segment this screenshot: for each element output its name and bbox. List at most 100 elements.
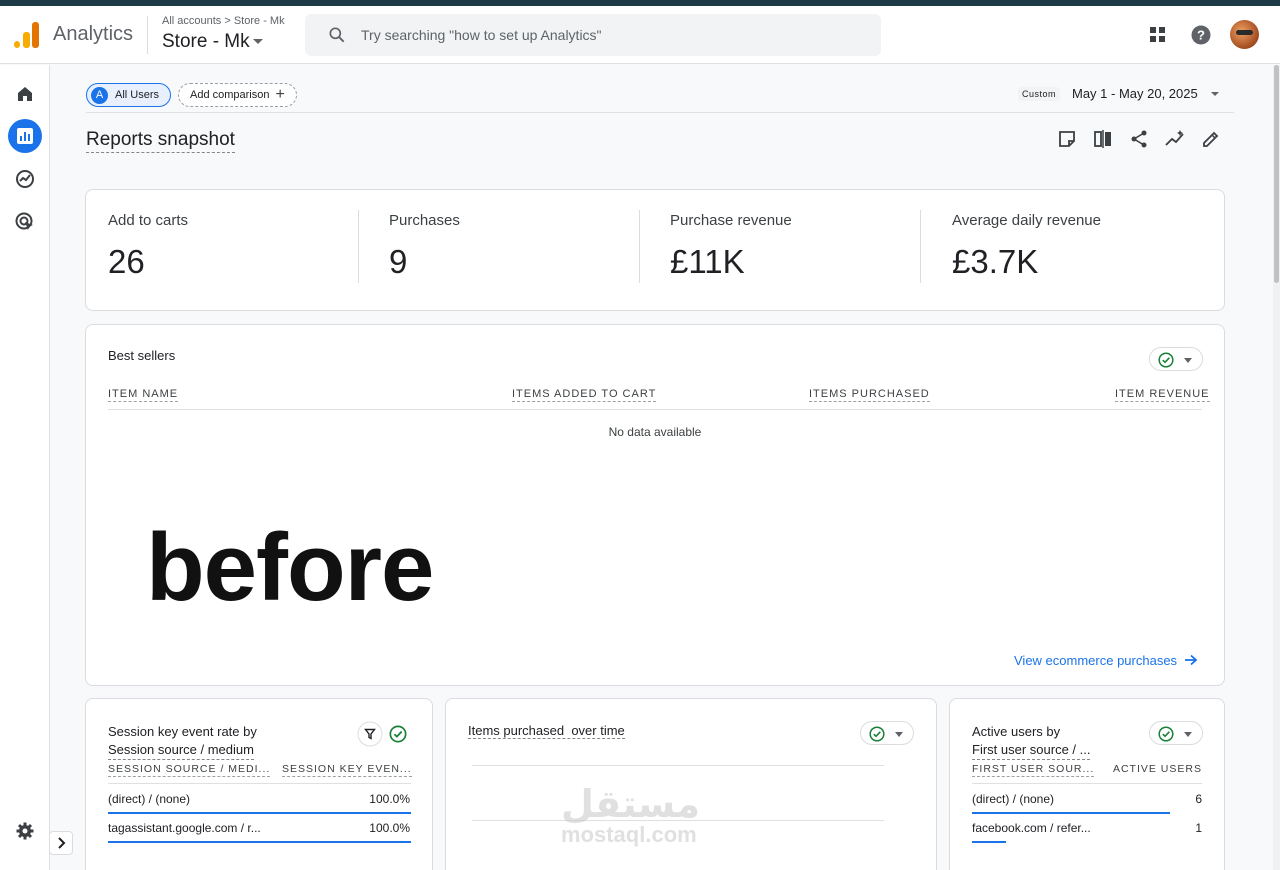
row-bar — [972, 841, 1006, 843]
card-status-dropdown[interactable] — [1149, 721, 1203, 745]
overlay-label: before — [146, 514, 434, 621]
all-users-chip[interactable]: A All Users — [86, 83, 171, 107]
all-users-label: All Users — [115, 89, 160, 101]
session-key-event-card: Session key event rate by Session source… — [85, 698, 433, 870]
metrics-card: Add to carts 26 Purchases 9 Purchase rev… — [85, 189, 1225, 311]
left-nav — [0, 65, 50, 870]
metric-value: 26 — [108, 243, 145, 280]
table-header-rule — [972, 783, 1202, 784]
share-icon[interactable] — [1129, 129, 1149, 149]
edit-pencil-icon[interactable] — [1201, 129, 1221, 149]
metric-average-daily-revenue[interactable]: Average daily revenue £3.7K — [952, 212, 1101, 281]
property-name: Store - Mk — [162, 31, 250, 52]
nav-home[interactable] — [8, 77, 42, 111]
date-range-picker[interactable]: May 1 - May 20, 2025 — [1072, 86, 1198, 101]
card-status-dropdown[interactable] — [1149, 347, 1203, 371]
row-bar — [972, 812, 1170, 814]
gear-icon — [16, 822, 34, 840]
filter-icon[interactable] — [357, 721, 383, 747]
header-divider — [147, 16, 148, 54]
add-comparison-label: Add comparison — [190, 89, 270, 101]
metric-label: Average daily revenue — [952, 212, 1101, 229]
active-users-card: Active users by First user source / ... … — [949, 698, 1225, 870]
row-source[interactable]: facebook.com / refer... — [972, 821, 1091, 835]
card-title-line: Active users by — [972, 724, 1061, 739]
scrollbar-thumb[interactable] — [1274, 65, 1279, 283]
expand-nav-button[interactable] — [49, 831, 73, 855]
row-value: 100.0% — [369, 821, 410, 835]
help-icon[interactable]: ? — [1190, 24, 1212, 46]
metric-add-to-carts[interactable]: Add to carts 26 — [108, 212, 188, 281]
compare-icon[interactable] — [1093, 129, 1113, 149]
watermark-latin: mostaql.com — [561, 822, 697, 847]
chevron-right-icon — [58, 837, 66, 849]
column-header-item-name[interactable]: ITEM NAME — [108, 388, 179, 402]
analytics-logo-icon[interactable] — [14, 22, 40, 48]
metric-divider — [639, 210, 640, 283]
row-value: 6 — [1195, 792, 1202, 806]
svg-text:?: ? — [1197, 28, 1205, 43]
metric-value: 9 — [389, 243, 408, 280]
property-selector[interactable]: Store - Mk — [162, 31, 263, 53]
nav-explore[interactable] — [8, 162, 42, 196]
column-header-item-revenue[interactable]: ITEM REVENUE — [1115, 388, 1210, 402]
breadcrumb[interactable]: All accounts > Store - Mk — [162, 15, 285, 27]
nav-advertising[interactable] — [8, 205, 42, 239]
chevron-down-icon — [1184, 358, 1192, 363]
table-header-rule — [108, 783, 411, 784]
column-header-active-users[interactable]: ACTIVE USERS — [1113, 763, 1202, 776]
toolbar-divider — [86, 112, 1234, 113]
chevron-down-icon[interactable] — [1211, 92, 1219, 96]
row-source[interactable]: tagassistant.google.com / r... — [108, 821, 261, 835]
column-header-session-source[interactable]: SESSION SOURCE / MEDI... — [108, 763, 271, 777]
add-comparison-button[interactable]: Add comparison + — [178, 83, 297, 107]
chevron-down-icon — [1184, 732, 1192, 737]
target-cursor-icon — [15, 212, 33, 230]
column-header-first-user-source[interactable]: FIRST USER SOUR... — [972, 763, 1095, 777]
metric-value: £11K — [670, 243, 745, 280]
view-ecommerce-purchases-link[interactable]: View ecommerce purchases — [1014, 653, 1198, 668]
no-data-message: No data available — [608, 425, 702, 439]
table-header-rule — [108, 409, 1202, 410]
watermark: مستقل mostaql.com — [561, 785, 700, 847]
card-title: Session key event rate by Session source… — [108, 723, 257, 760]
insights-icon[interactable] — [1165, 129, 1185, 149]
note-icon[interactable] — [1057, 129, 1077, 149]
search-bar[interactable] — [305, 14, 881, 56]
card-title-line: Session key event rate by — [108, 724, 257, 739]
column-header-items-purchased[interactable]: ITEMS PURCHASED — [809, 388, 930, 402]
check-circle-icon — [1158, 352, 1174, 368]
column-header-items-added-to-cart[interactable]: ITEMS ADDED TO CART — [512, 388, 657, 402]
nav-reports[interactable] — [8, 119, 42, 153]
metric-label: Purchase revenue — [670, 212, 792, 229]
app-name[interactable]: Analytics — [53, 23, 133, 46]
metric-purchase-revenue[interactable]: Purchase revenue £11K — [670, 212, 792, 281]
row-bar — [108, 841, 411, 843]
row-value: 100.0% — [369, 792, 410, 806]
chevron-down-icon — [895, 732, 903, 737]
metric-divider — [358, 210, 359, 283]
plus-icon: + — [275, 86, 285, 103]
card-title-dimension[interactable]: Session source / medium — [108, 741, 254, 760]
card-title: Best sellers — [108, 348, 176, 363]
apps-grid-icon[interactable] — [1147, 24, 1169, 46]
column-header-session-key-event[interactable]: SESSION KEY EVEN... — [282, 763, 412, 777]
metric-purchases[interactable]: Purchases 9 — [389, 212, 460, 281]
card-title: Active users by First user source / ... — [972, 723, 1091, 760]
row-source[interactable]: (direct) / (none) — [972, 792, 1054, 806]
best-sellers-card: Best sellers ITEM NAME ITEMS ADDED TO CA… — [85, 324, 1225, 686]
metric-label: Purchases — [389, 212, 460, 229]
metric-label: Add to carts — [108, 212, 189, 229]
avatar[interactable] — [1230, 20, 1259, 49]
page-scrollbar[interactable] — [1273, 65, 1280, 870]
search-input[interactable] — [361, 14, 861, 56]
page-title: Reports snapshot — [86, 129, 235, 153]
card-title[interactable]: Items purchased over time — [468, 723, 625, 739]
card-title-dimension[interactable]: First user source / ... — [972, 741, 1091, 760]
row-source[interactable]: (direct) / (none) — [108, 792, 190, 806]
home-icon — [18, 87, 32, 101]
card-status-dropdown[interactable] — [860, 721, 914, 745]
chart-gridline — [472, 765, 884, 766]
nav-admin[interactable] — [8, 814, 42, 848]
check-circle-icon[interactable] — [389, 725, 407, 743]
